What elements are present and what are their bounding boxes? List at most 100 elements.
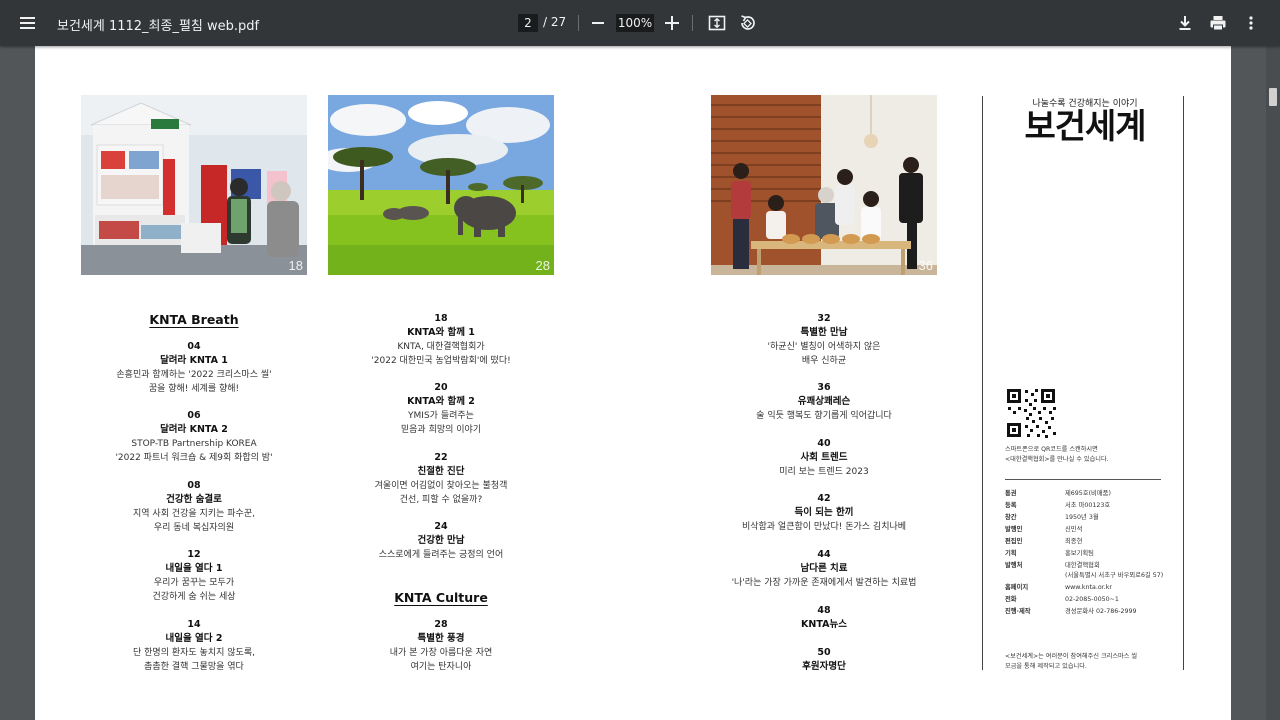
toc-page-number: 24 xyxy=(434,521,448,532)
document-title: 보건세계 1112_최종_펼침 web.pdf xyxy=(57,19,260,34)
publication-key: 통권 xyxy=(1005,490,1017,497)
photo-group-interview: 36 xyxy=(711,95,937,275)
toc-title: 달려라 KNTA 1 xyxy=(160,355,228,366)
toc-page-number: 18 xyxy=(434,313,448,324)
photo-elephant-savanna: 28 xyxy=(328,95,554,275)
toc-item[interactable]: 32 특별한 만남 '하균신' 별칭이 어색하지 않은 배우 신하균 xyxy=(711,312,937,368)
toc-item[interactable]: 48 KNTA뉴스 xyxy=(711,604,937,632)
toc-item[interactable]: 06 달려라 KNTA 2 STOP-TB Partnership KOREA … xyxy=(81,409,307,465)
page-total: / 27 xyxy=(543,15,567,29)
menu-icon[interactable] xyxy=(19,14,37,32)
toc-description: 우리 동네 복십자의원 xyxy=(153,523,235,533)
publication-key: 등록 xyxy=(1005,502,1017,509)
download-icon[interactable] xyxy=(1176,14,1194,32)
toc-description: 여기는 탄자니아 xyxy=(410,662,472,672)
publication-value: 서초 마00123호 xyxy=(1065,502,1111,509)
toc-description: STOP-TB Partnership KOREA xyxy=(131,439,257,449)
toc-page-number: 32 xyxy=(817,313,831,324)
toc-title: 특별한 풍경 xyxy=(417,633,465,644)
toc-item[interactable]: 50 후원자명단 xyxy=(711,646,937,674)
toc-description: '나'라는 가장 가까운 존재에게서 발견하는 치료법 xyxy=(731,578,917,588)
more-options-icon[interactable] xyxy=(1242,14,1260,32)
publication-key: 홈페이지 xyxy=(1005,584,1029,591)
rotate-icon[interactable] xyxy=(738,14,756,32)
vertical-scrollbar[interactable] xyxy=(1266,46,1280,720)
toc-title: 내일을 열다 2 xyxy=(165,633,223,644)
toc-description: 스스로에게 들려주는 긍정의 언어 xyxy=(378,550,504,560)
publication-key: 진행·제작 xyxy=(1005,608,1031,615)
publication-value: 신민석 xyxy=(1065,526,1083,533)
toc-item[interactable]: 08 건강한 숨결로 지역 사회 건강을 지키는 파수꾼, 우리 동네 복십자의… xyxy=(81,479,307,535)
toc-item[interactable]: 24 건강한 만남 스스로에게 들려주는 긍정의 언어 xyxy=(328,520,554,562)
toc-title: 득이 되는 한끼 xyxy=(794,507,854,518)
zoom-in-icon[interactable] xyxy=(665,16,679,30)
qr-caption-line: <대한결핵협회>를 만나실 수 있습니다. xyxy=(1005,456,1109,463)
publication-value: 홍보기획팀 xyxy=(1065,550,1094,557)
toc-description: 건강하게 숨 쉬는 세상 xyxy=(152,592,236,602)
toc-description: 배우 신하균 xyxy=(801,356,847,366)
publication-value: 제695호(비매품) xyxy=(1065,490,1111,497)
toc-description: 손흥민과 함께하는 '2022 크리스마스 씰' xyxy=(116,370,272,380)
toc-page-number: 48 xyxy=(817,605,831,616)
publication-key: 발행처 xyxy=(1005,562,1023,569)
toc-item[interactable]: 12 내일을 열다 1 우리가 꿈꾸는 모두가 건강하게 숨 쉬는 세상 xyxy=(81,548,307,604)
toolbar-divider xyxy=(578,15,579,31)
toc-item[interactable]: 36 유쾌상쾌레슨 술 익듯 행복도 향기롭게 익어갑니다 xyxy=(711,381,937,423)
toc-description: 건선, 피할 수 없을까? xyxy=(399,495,483,505)
toc-item[interactable]: 28 특별한 풍경 내가 본 가장 아름다운 자연 여기는 탄자니아 xyxy=(328,618,554,674)
toc-item[interactable]: 42 득이 되는 한끼 비삭함과 얼큰함이 만났다! 돈가스 김치나베 xyxy=(711,492,937,534)
photo-page-number: 28 xyxy=(535,258,550,273)
toc-column-2: 18 KNTA와 함께 1 KNTA, 대한결핵협회가 '2022 대한민국 농… xyxy=(328,312,554,712)
toc-column-1: KNTA Breath 04 달려라 KNTA 1 손흥민과 함께하는 '202… xyxy=(81,312,307,712)
toc-title: 남다른 치료 xyxy=(800,563,848,574)
toc-description: 믿음과 희망의 이야기 xyxy=(400,425,482,435)
toc-page-number: 40 xyxy=(817,438,831,449)
toc-page-number: 22 xyxy=(434,452,448,463)
publication-key: 발행인 xyxy=(1005,526,1023,533)
toc-item[interactable]: 22 친절한 진단 겨울이면 어김없이 찾아오는 불청객 건선, 피할 수 없을… xyxy=(328,451,554,507)
toc-item[interactable]: 14 내일을 열다 2 단 한명의 환자도 놓치지 않도록, 촘촘한 결핵 그물… xyxy=(81,618,307,674)
toc-item[interactable]: 40 사회 트렌드 미리 보는 트렌드 2023 xyxy=(711,437,937,479)
publication-note-line: <보건세계>는 여러분이 참여해주신 크리스마스 씰 xyxy=(1005,653,1138,660)
zoom-level-input[interactable]: 100% xyxy=(616,14,654,32)
masthead-separator xyxy=(1005,479,1161,480)
publication-value: (서울특별시 서초구 바우뫼로6길 57) xyxy=(1065,572,1164,579)
toc-item[interactable]: 20 KNTA와 함께 2 YMIS가 들려주는 믿음과 희망의 이야기 xyxy=(328,381,554,437)
toc-item[interactable]: 04 달려라 KNTA 1 손흥민과 함께하는 '2022 크리스마스 씰' 꿈… xyxy=(81,340,307,396)
toc-description: 겨울이면 어김없이 찾아오는 불청객 xyxy=(374,481,508,491)
toc-title: 내일을 열다 1 xyxy=(165,563,223,574)
toc-page-number: 44 xyxy=(817,549,831,560)
toc-description: 내가 본 가장 아름다운 자연 xyxy=(389,648,493,658)
toc-description: '하균신' 별칭이 어색하지 않은 xyxy=(767,342,881,352)
toc-item[interactable]: 18 KNTA와 함께 1 KNTA, 대한결핵협회가 '2022 대한민국 농… xyxy=(328,312,554,368)
toc-item[interactable]: 44 남다른 치료 '나'라는 가장 가까운 존재에게서 발견하는 치료법 xyxy=(711,548,937,590)
toc-description: '2022 대한민국 농업박람회'에 떴다! xyxy=(371,356,511,366)
pdf-toolbar: 보건세계 1112_최종_펼침 web.pdf 2 / 27 100% xyxy=(0,0,1280,46)
publication-note-line: 모금을 통해 제작되고 있습니다. xyxy=(1005,663,1087,670)
zoom-out-icon[interactable] xyxy=(592,22,604,24)
section-heading-breath: KNTA Breath xyxy=(149,312,239,327)
publication-value: 1950년 3월 xyxy=(1065,514,1099,521)
toc-description: 술 익듯 행복도 향기롭게 익어갑니다 xyxy=(756,411,892,421)
fit-page-icon[interactable] xyxy=(708,14,726,32)
toc-description: 비삭함과 얼큰함이 만났다! 돈가스 김치나베 xyxy=(741,522,907,532)
toc-description: 단 한명의 환자도 놓치지 않도록, xyxy=(133,648,255,658)
page-number-input[interactable]: 2 xyxy=(518,14,538,32)
toc-title: KNTA뉴스 xyxy=(801,619,847,630)
photo-page-number: 36 xyxy=(918,258,933,273)
toc-page-number: 12 xyxy=(187,549,201,560)
qr-code xyxy=(1005,387,1057,439)
photo-page-number: 18 xyxy=(288,258,303,273)
toc-title: 건강한 숨결로 xyxy=(166,494,222,505)
toc-page-number: 28 xyxy=(434,619,448,630)
print-icon[interactable] xyxy=(1209,14,1227,32)
svg-text:보건세계: 보건세계 xyxy=(1024,107,1145,146)
publication-note: <보건세계>는 여러분이 참여해주신 크리스마스 씰 모금을 통해 제작되고 있… xyxy=(1005,652,1165,672)
toc-page-number: 08 xyxy=(187,480,201,491)
section-heading-culture: KNTA Culture xyxy=(394,590,488,605)
toc-title: 후원자명단 xyxy=(802,661,846,672)
publication-value: 최종현 xyxy=(1065,538,1083,545)
toc-page-number: 06 xyxy=(187,410,201,421)
scrollbar-thumb[interactable] xyxy=(1269,88,1277,106)
toc-page-number: 14 xyxy=(187,619,201,630)
